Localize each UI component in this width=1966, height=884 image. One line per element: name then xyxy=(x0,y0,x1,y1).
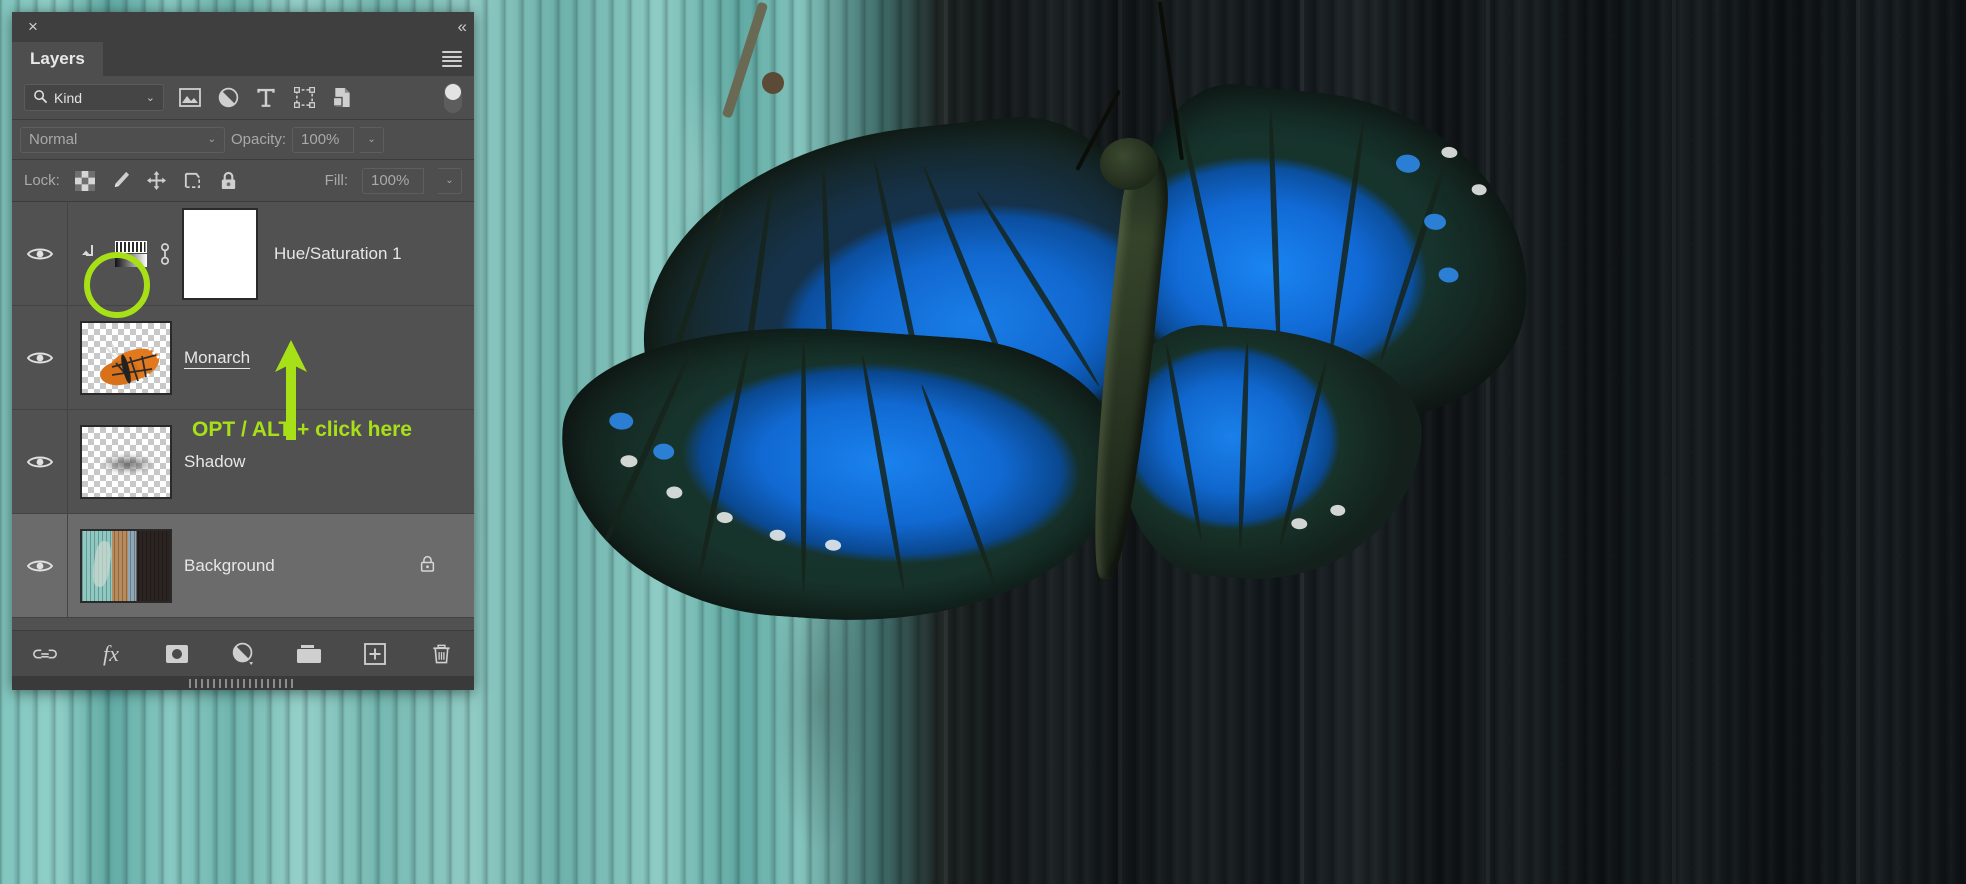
filter-enable-toggle[interactable] xyxy=(444,82,462,113)
lock-transparent-pixels-icon[interactable] xyxy=(74,170,96,192)
lock-all-icon[interactable] xyxy=(218,170,240,192)
layer-visibility-toggle[interactable] xyxy=(12,410,68,513)
lock-row: Lock: Fill: 100% ⌄ xyxy=(12,160,474,202)
delete-layer-button[interactable] xyxy=(428,641,454,667)
layer-list: Hue/Saturation 1 Monarch Shadow Backgrou… xyxy=(12,202,474,630)
fx-label: fx xyxy=(103,640,119,666)
blend-mode-row: Normal ⌄ Opacity: 100% ⌄ xyxy=(12,120,474,160)
layer-name[interactable]: Hue/Saturation 1 xyxy=(274,244,402,264)
opacity-input[interactable]: 100% xyxy=(292,126,355,153)
blend-mode-value: Normal xyxy=(29,131,78,148)
layer-thumbnail[interactable] xyxy=(80,320,172,395)
add-layer-mask-button[interactable] xyxy=(164,641,190,667)
embossed-panel-texture xyxy=(1500,0,1966,884)
tab-layers-label: Layers xyxy=(30,49,85,68)
background-lock-icon xyxy=(419,553,436,578)
opacity-value: 100% xyxy=(301,131,340,148)
layer-mask-thumbnail[interactable] xyxy=(182,207,258,300)
layer-visibility-toggle[interactable] xyxy=(12,514,68,617)
filter-shape-layers-icon[interactable] xyxy=(292,86,316,110)
filter-kind-label: Kind xyxy=(54,89,83,106)
fill-value: 100% xyxy=(371,172,410,189)
fill-label: Fill: xyxy=(324,172,348,189)
filter-type-layers-icon[interactable] xyxy=(254,86,278,110)
fill-stepper-chevron-icon[interactable]: ⌄ xyxy=(438,167,462,194)
layer-thumbnail[interactable] xyxy=(80,528,172,603)
layers-panel: × « Layers Kind ⌄ Normal ⌄ Opacity: 100%… xyxy=(12,12,474,690)
layer-thumbnail[interactable] xyxy=(80,424,172,499)
opacity-label: Opacity: xyxy=(231,131,287,148)
panel-resize-grip[interactable] xyxy=(12,676,474,690)
opacity-stepper-chevron-icon[interactable]: ⌄ xyxy=(360,126,385,153)
layer-name[interactable]: Shadow xyxy=(184,452,245,472)
layer-name[interactable]: Monarch xyxy=(184,348,250,368)
close-icon[interactable]: × xyxy=(24,18,42,36)
new-layer-button[interactable] xyxy=(362,641,388,667)
panel-tabbar: Layers xyxy=(12,42,474,76)
collapse-panel-icon[interactable]: « xyxy=(458,17,468,37)
filter-kind-select[interactable]: Kind ⌄ xyxy=(24,84,164,111)
new-adjustment-layer-button[interactable] xyxy=(230,641,256,667)
chevron-down-icon: ⌄ xyxy=(207,134,216,145)
lock-label: Lock: xyxy=(24,172,60,189)
lock-artboard-nesting-icon[interactable] xyxy=(182,170,204,192)
twig-knot xyxy=(762,72,784,94)
fill-input[interactable]: 100% xyxy=(362,167,424,194)
table-row[interactable]: Monarch xyxy=(12,306,474,410)
table-row[interactable]: Background xyxy=(12,514,474,618)
table-row[interactable]: Hue/Saturation 1 xyxy=(12,202,474,306)
layer-visibility-toggle[interactable] xyxy=(12,202,68,305)
hamburger-menu-icon[interactable] xyxy=(442,51,462,67)
link-layers-button[interactable] xyxy=(32,641,58,667)
filter-pixel-layers-icon[interactable] xyxy=(178,86,202,110)
panel-footer: fx xyxy=(12,630,474,676)
layer-mask-link-icon[interactable] xyxy=(154,241,176,267)
layer-name[interactable]: Background xyxy=(184,556,275,576)
layer-style-fx-button[interactable]: fx xyxy=(98,641,124,667)
lock-image-pixels-icon[interactable] xyxy=(110,170,132,192)
panel-titlebar: × « xyxy=(12,12,474,42)
filter-smart-object-icon[interactable] xyxy=(330,86,354,110)
filter-adjustment-layers-icon[interactable] xyxy=(216,86,240,110)
search-icon xyxy=(33,89,48,107)
blend-mode-select[interactable]: Normal ⌄ xyxy=(20,126,225,153)
filter-row: Kind ⌄ xyxy=(12,76,474,120)
clipping-mask-arrow-icon xyxy=(68,243,108,265)
tab-layers[interactable]: Layers xyxy=(12,42,103,76)
table-row[interactable]: Shadow xyxy=(12,410,474,514)
new-group-button[interactable] xyxy=(296,641,322,667)
hue-saturation-adjustment-icon[interactable] xyxy=(114,240,148,268)
chevron-down-icon: ⌄ xyxy=(145,92,155,104)
lock-position-icon[interactable] xyxy=(146,170,168,192)
butterfly-head xyxy=(1100,138,1158,190)
layer-visibility-toggle[interactable] xyxy=(12,306,68,409)
